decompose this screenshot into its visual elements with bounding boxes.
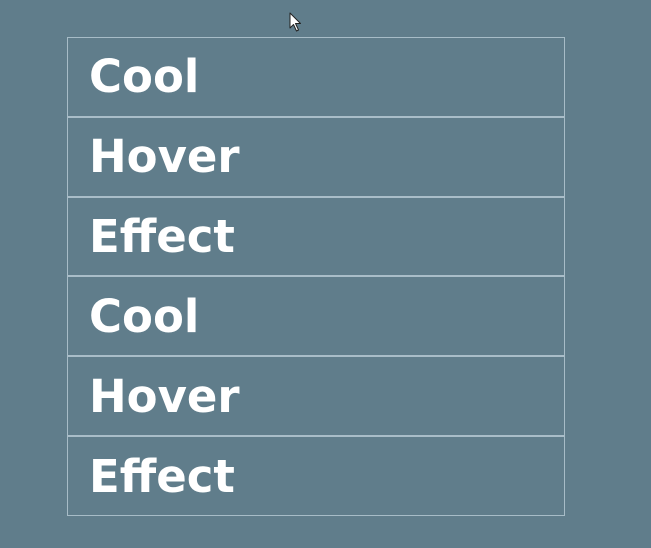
menu-item-label: Effect [89,210,235,264]
menu-item-label: Cool [89,50,200,104]
menu-item-label: Cool [89,289,200,343]
hover-menu: Cool Hover Effect Cool Hover Effect [67,37,565,516]
menu-item-effect[interactable]: Effect [68,195,564,276]
mouse-pointer-icon [289,12,303,32]
menu-item-cool[interactable]: Cool [68,38,564,116]
menu-item-effect[interactable]: Effect [68,435,564,515]
menu-item-label: Hover [89,130,240,184]
menu-item-label: Effect [89,449,235,503]
menu-item-hover[interactable]: Hover [68,115,564,196]
menu-item-label: Hover [89,369,240,423]
menu-item-cool[interactable]: Cool [68,275,564,355]
menu-item-hover[interactable]: Hover [68,355,564,435]
